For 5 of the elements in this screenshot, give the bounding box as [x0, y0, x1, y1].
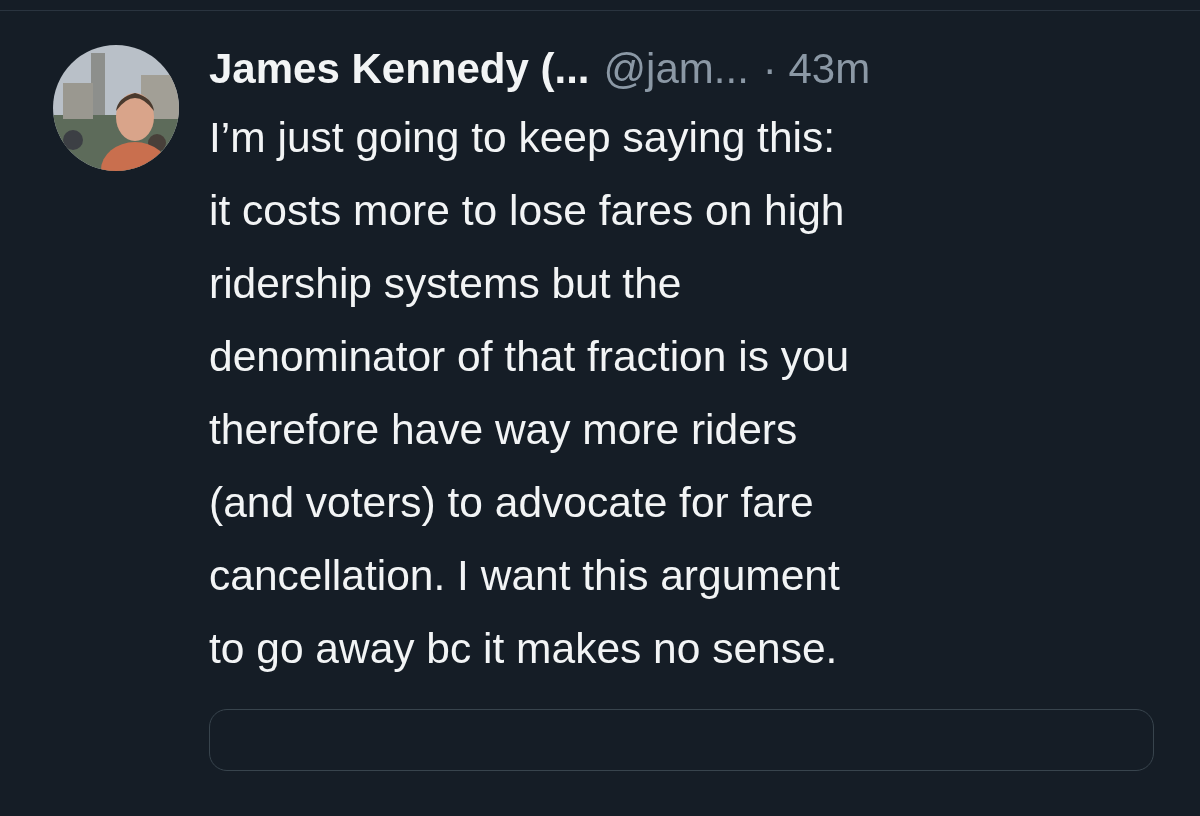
- post-time[interactable]: · 43m: [762, 45, 871, 93]
- quoted-card[interactable]: [209, 709, 1154, 771]
- post-text: I’m just going to keep saying this: it costs more to lose fares on high ridership systems but the denominator of that fraction is you therefore have way more riders (and voters) to advocate for fare cancellation. I want this argument to go away bc it makes no sense.: [209, 113, 851, 674]
- author-name[interactable]: James Kennedy (...: [209, 45, 590, 93]
- author-handle[interactable]: @jam...: [603, 45, 749, 93]
